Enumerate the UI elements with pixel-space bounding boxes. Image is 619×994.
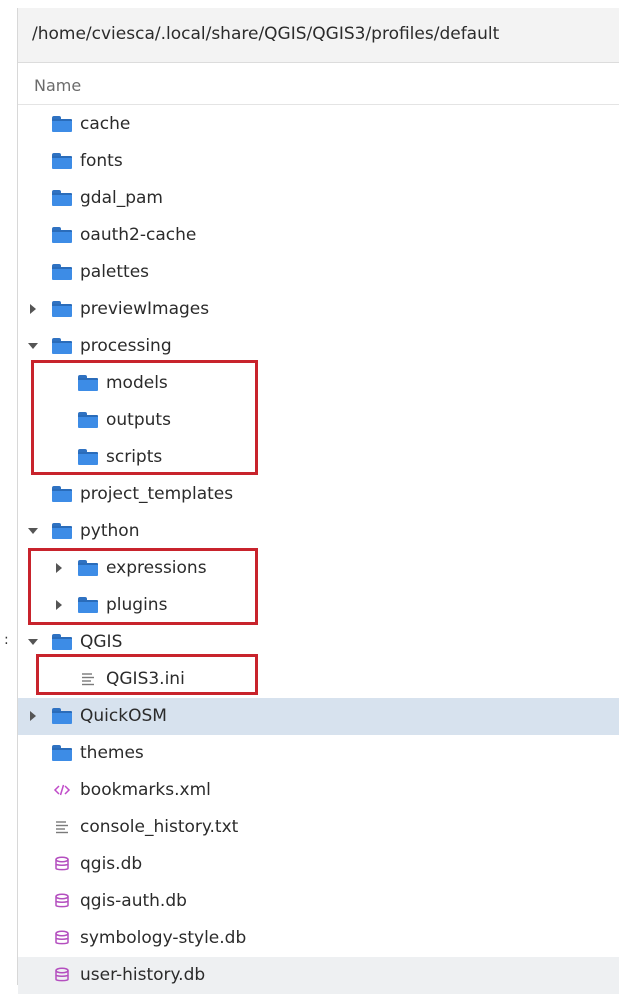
folder-icon [52,153,72,169]
chevron-down-icon[interactable] [28,343,38,349]
folder-icon [52,523,72,539]
folder-icon [52,190,72,206]
tree-row[interactable]: previewImages [18,291,619,328]
tree-row-label: gdal_pam [80,188,163,208]
tree-row-label: bookmarks.xml [80,780,211,800]
folder-icon [52,634,72,650]
tree-row-label: QuickOSM [80,706,167,726]
tree-row-label: oauth2-cache [80,225,197,245]
stray-glyph: : [4,632,9,648]
tree-row[interactable]: bookmarks.xml [18,772,619,809]
tree-row-label: cache [80,114,131,134]
tree-row[interactable]: symbology-style.db [18,920,619,957]
tree-row[interactable]: themes [18,735,619,772]
folder-icon [52,227,72,243]
folder-icon [52,708,72,724]
tree-row-label: project_templates [80,484,234,504]
chevron-right-icon[interactable] [30,304,36,314]
tree-row[interactable]: palettes [18,254,619,291]
folder-icon [52,264,72,280]
tree-row[interactable]: fonts [18,143,619,180]
tree-row-label: previewImages [80,299,210,319]
tree-row-label: user-history.db [80,965,206,985]
tree-row-label: themes [80,743,144,763]
xml-file-icon [53,781,71,799]
highlight-box-processing-children [31,360,258,475]
tree-row[interactable]: project_templates [18,476,619,513]
path-text: /home/cviesca/.local/share/QGIS/QGIS3/pr… [32,24,500,44]
highlight-box-qgis-ini [36,654,258,695]
tree-row[interactable]: gdal_pam [18,180,619,217]
tree-row-label: qgis.db [80,854,143,874]
tree-row[interactable]: console_history.txt [18,809,619,846]
chevron-down-icon[interactable] [28,639,38,645]
column-header-label: Name [34,76,82,95]
tree-row[interactable]: cache [18,106,619,143]
tree-row-label: python [80,521,140,541]
tree-row[interactable]: oauth2-cache [18,217,619,254]
folder-icon [52,116,72,132]
folder-icon [52,338,72,354]
chevron-down-icon[interactable] [28,528,38,534]
tree-row-label: QGIS [80,632,123,652]
tree-row-label: processing [80,336,172,356]
tree-row[interactable]: qgis.db [18,846,619,883]
tree-row-label: fonts [80,151,123,171]
tree-row-label: palettes [80,262,150,282]
folder-icon [52,301,72,317]
folder-icon [52,745,72,761]
chevron-right-icon[interactable] [30,711,36,721]
column-header-name[interactable]: Name [18,66,619,105]
path-bar[interactable]: /home/cviesca/.local/share/QGIS/QGIS3/pr… [18,8,619,63]
tree-row-label: symbology-style.db [80,928,247,948]
database-icon [53,929,71,947]
tree-row[interactable]: qgis-auth.db [18,883,619,920]
tree-row[interactable]: python [18,513,619,550]
text-file-icon [53,818,71,836]
folder-icon [52,486,72,502]
tree-row-label: qgis-auth.db [80,891,187,911]
highlight-box-python-children [28,548,258,625]
database-icon [53,892,71,910]
database-icon [53,966,71,984]
database-icon [53,855,71,873]
tree-row[interactable]: user-history.db [18,957,619,994]
tree-row[interactable]: QuickOSM [18,698,619,735]
tree-row-label: console_history.txt [80,817,239,837]
